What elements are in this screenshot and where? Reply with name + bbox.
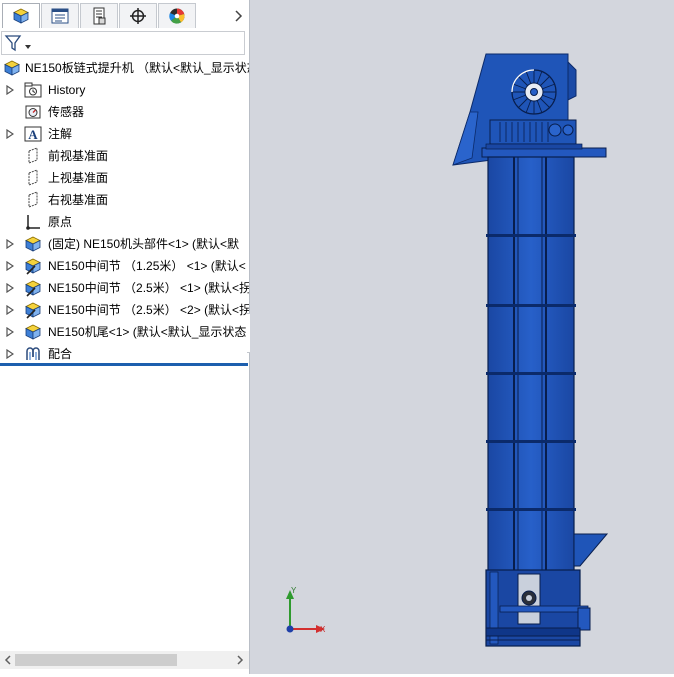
tree-item-label: 原点 [48,215,73,229]
plane-icon [28,147,38,164]
origin-icon [26,215,40,230]
tree-root-label: NE150板链式提升机 （默认<默认_显示状态 [25,61,249,75]
configuration-manager-tab[interactable] [80,3,118,28]
tree-item-label: History [48,83,86,97]
expand-arrow-icon[interactable] [6,239,14,249]
crosshair-icon [130,8,146,24]
tree-item-origin[interactable]: 原点 [0,211,249,233]
filter-button[interactable] [4,34,32,53]
bucket-elevator-model: Y X [286,53,609,647]
axis-triad: Y X [286,586,326,634]
tree-item-label: (固定) NE150机头部件<1> (默认<默 [48,237,240,251]
subassembly-icon [25,236,41,252]
tree-item-label: NE150机尾<1> (默认<默认_显示状态 [48,325,247,339]
tree-item-label: 右视基准面 [48,193,109,207]
expand-arrow-icon[interactable] [6,305,14,315]
subassembly-edit-icon [25,258,41,275]
tree-item-history[interactable]: History [0,79,249,101]
svg-text:A: A [28,127,38,142]
expand-arrow-icon[interactable] [6,283,14,293]
configuration-manager-icon [93,7,106,25]
plane-icon [28,191,38,208]
tree-item-front-plane[interactable]: 前视基准面 [0,145,249,167]
tree-item-label: 前视基准面 [48,149,109,163]
expand-arrow-icon[interactable] [6,349,14,359]
triad-x-label: X [320,625,326,634]
scroll-right-icon[interactable] [234,654,246,666]
subassembly-edit-icon [25,280,41,297]
expand-arrow-icon[interactable] [6,85,14,95]
tree-item-component[interactable]: NE150中间节 （2.5米） <2> (默认<拐 [0,299,249,321]
tree-item-component[interactable]: NE150中间节 （2.5米） <1> (默认<拐 [0,277,249,299]
tree-item-right-plane[interactable]: 右视基准面 [0,189,249,211]
sensor-icon [25,105,41,119]
dimxpert-tab[interactable] [119,3,157,28]
history-folder-icon [24,82,42,98]
rollback-bar[interactable] [0,363,248,366]
graphics-area[interactable]: Y X [250,0,674,674]
feature-manager-panel: NE150板链式提升机 （默认<默认_显示状态 History 传感器 A 注解… [0,0,250,674]
scroll-left-icon[interactable] [2,654,14,666]
chevron-right-icon[interactable] [230,7,246,25]
tree-item-annotations[interactable]: A 注解 [0,123,249,145]
tree-item-top-plane[interactable]: 上视基准面 [0,167,249,189]
tree-item-label: 配合 [48,347,73,361]
subassembly-edit-icon [25,302,41,319]
tree-filter-bar[interactable] [1,31,245,55]
tree-item-label: 上视基准面 [48,171,109,185]
horizontal-scrollbar[interactable] [0,651,249,669]
tree-item-sensors[interactable]: 传感器 [0,101,249,123]
head-section [452,53,607,166]
tree-item-component[interactable]: NE150中间节 （1.25米） <1> (默认< [0,255,249,277]
filter-icon [4,35,31,52]
tree-item-component[interactable]: NE150机尾<1> (默认<默认_显示状态 [0,321,249,343]
expand-arrow-icon[interactable] [6,261,14,271]
expand-arrow-icon[interactable] [6,327,14,337]
tree-item-label: NE150中间节 （2.5米） <1> (默认<拐 [48,281,249,295]
tail-section [485,569,591,647]
mates-icon [26,347,40,360]
display-manager-tab[interactable] [158,3,196,28]
assembly-icon [4,60,20,76]
tree-item-label: NE150中间节 （1.25米） <1> (默认< [48,259,246,273]
tree-root-assembly[interactable]: NE150板链式提升机 （默认<默认_显示状态 [0,57,249,79]
tree-item-label: NE150中间节 （2.5米） <2> (默认<拐 [48,303,249,317]
expand-arrow-icon[interactable] [6,129,14,139]
feature-manager-icon [13,8,29,24]
subassembly-icon [25,324,41,340]
tree-item-mates[interactable]: 配合 [0,343,249,365]
property-manager-tab[interactable] [41,3,79,28]
feature-manager-tab[interactable] [2,3,40,28]
plane-icon [28,169,38,186]
color-wheel-icon [169,8,185,24]
annotation-icon: A [24,126,42,142]
tree-item-label: 传感器 [48,105,85,119]
tree-item-label: 注解 [48,127,73,141]
triad-y-label: Y [291,586,297,595]
scrollbar-thumb[interactable] [15,654,177,666]
manager-tab-bar [0,0,249,30]
property-manager-icon [51,8,69,24]
tree-item-component[interactable]: (固定) NE150机头部件<1> (默认<默 [0,233,249,255]
